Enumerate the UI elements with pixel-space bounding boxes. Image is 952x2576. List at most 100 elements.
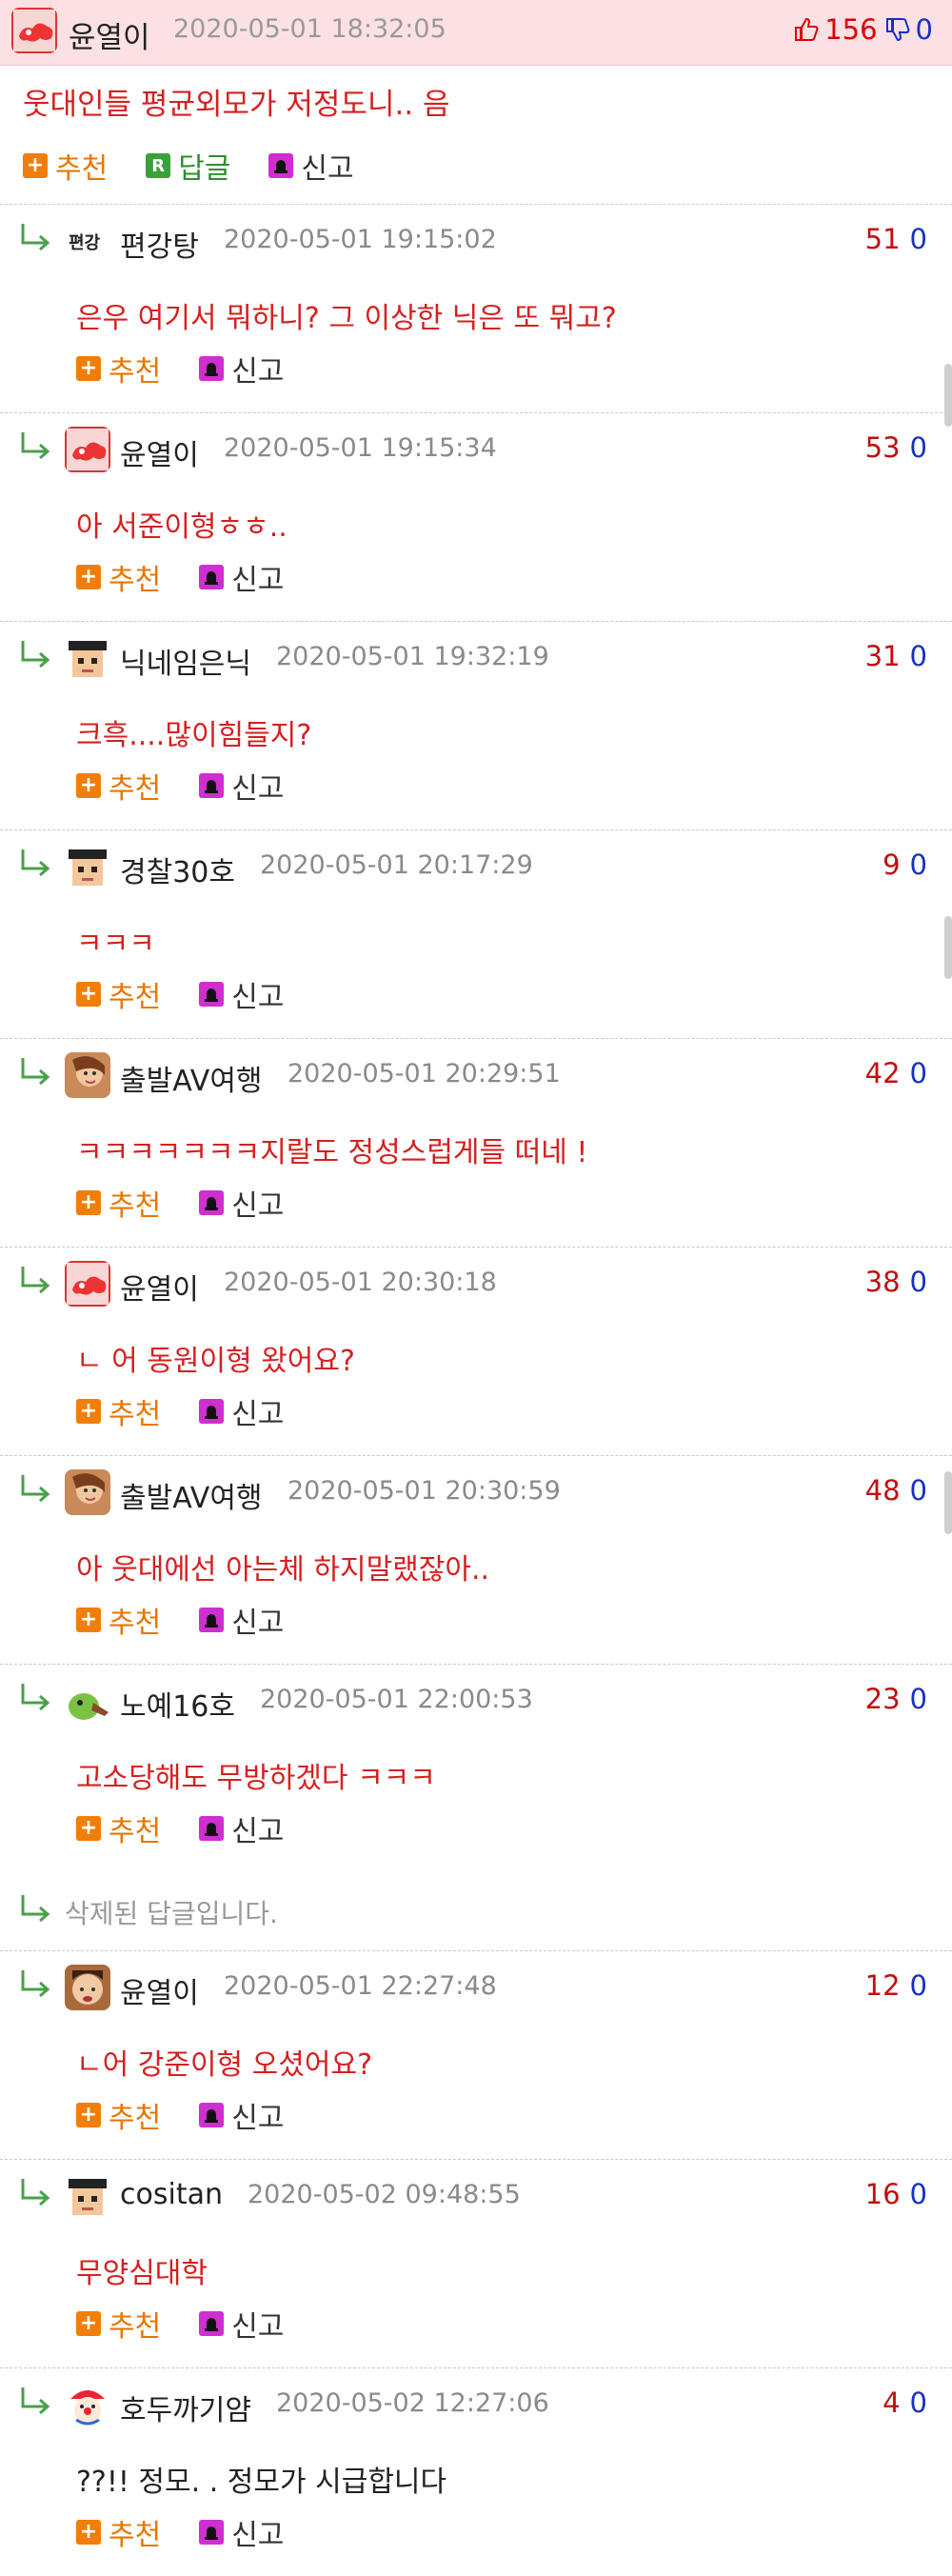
- reply-nickname[interactable]: 윤열이: [120, 431, 199, 473]
- recommend-button[interactable]: + 추천: [76, 1807, 161, 1849]
- recommend-button[interactable]: + 추천: [76, 1182, 161, 1224]
- reply-text: 크흑....많이힘들지?: [76, 719, 312, 752]
- reply-nickname[interactable]: 출발AV여행: [120, 1057, 263, 1099]
- parent-actions: + 추천 R 답글 신고: [23, 149, 392, 186]
- reply-arrow-icon: [17, 2386, 55, 2416]
- recommend-button[interactable]: + 추천: [76, 765, 161, 807]
- report-button[interactable]: 신고: [199, 1807, 284, 1849]
- reply-nickname[interactable]: 윤열이: [120, 1969, 199, 2011]
- reply-arrow-icon: [17, 2177, 55, 2207]
- parent-comment-header: 윤열이 2020-05-01 18:32:05 156 0: [0, 0, 952, 66]
- reply-nickname[interactable]: 경찰30호: [120, 849, 235, 890]
- report-button[interactable]: 신고: [199, 556, 284, 598]
- recommend-button[interactable]: + 추천: [76, 2511, 161, 2553]
- report-button[interactable]: 신고: [199, 1182, 284, 1224]
- reply-score: 51 0: [865, 223, 927, 255]
- siren-icon: [268, 153, 294, 178]
- report-button[interactable]: 신고: [199, 2511, 284, 2553]
- reply-label: 답글: [178, 152, 231, 186]
- clown-icon[interactable]: [65, 2382, 110, 2427]
- plus-icon: +: [76, 565, 101, 589]
- report-button[interactable]: 신고: [268, 145, 354, 187]
- reply-actions: + 추천 신고: [76, 1603, 322, 1640]
- reply-downvote-count: 0: [909, 849, 927, 881]
- face-photo-icon[interactable]: [65, 1965, 110, 2010]
- reply-timestamp: 2020-05-01 19:15:34: [224, 433, 497, 463]
- scrollbar-thumb[interactable]: [944, 364, 952, 427]
- report-label: 신고: [231, 772, 285, 806]
- report-button[interactable]: 신고: [199, 348, 284, 389]
- report-button[interactable]: 신고: [199, 1390, 284, 1432]
- reply-score: 42 0: [865, 1057, 927, 1089]
- reply-text: ㄴ어 강준이형 오셨어요?: [76, 2048, 372, 2082]
- reply-nickname[interactable]: 닉네임은닉: [120, 640, 251, 682]
- scrollbar-thumb[interactable]: [944, 916, 952, 979]
- recommend-button[interactable]: + 추천: [23, 145, 108, 187]
- report-button[interactable]: 신고: [199, 2094, 284, 2136]
- red-cloud-icon[interactable]: [65, 1261, 110, 1307]
- reply-nickname[interactable]: 편강탕: [120, 223, 199, 265]
- recommend-label: 추천: [109, 355, 162, 389]
- reply-item: 윤열이 2020-05-01 20:30:18 38 0 ㄴ 어 동원이형 왔어요? + 추…: [0, 1247, 952, 1455]
- photo-avatar-icon[interactable]: [65, 1469, 110, 1515]
- report-button[interactable]: 신고: [199, 765, 284, 807]
- comment-thread: 윤열이 2020-05-01 18:32:05 156 0 웃대인들 평균외모가…: [0, 0, 952, 2565]
- thumbs-up-icon[interactable]: [792, 16, 819, 43]
- reply-icon: R: [146, 153, 171, 178]
- siren-icon: [199, 982, 225, 1007]
- pixel-face-icon[interactable]: [65, 844, 110, 889]
- parent-timestamp: 2020-05-01 18:32:05: [173, 14, 446, 44]
- report-button[interactable]: 신고: [199, 2303, 284, 2345]
- reply-button[interactable]: R 답글: [146, 145, 230, 187]
- report-button[interactable]: 신고: [199, 973, 284, 1015]
- green-creature-icon[interactable]: [65, 1678, 110, 1724]
- recommend-button[interactable]: + 추천: [76, 2303, 161, 2345]
- report-label: 신고: [231, 1607, 285, 1640]
- reply-nickname[interactable]: 노예16호: [120, 1683, 235, 1725]
- siren-icon: [199, 1816, 225, 1841]
- reply-score: 12 0: [865, 1969, 927, 2002]
- reply-nickname[interactable]: cositan: [120, 2178, 223, 2211]
- report-label: 신고: [231, 2519, 285, 2552]
- pixel-face-icon[interactable]: [65, 635, 110, 681]
- thumbs-down-icon[interactable]: [883, 16, 910, 43]
- reply-text: 아 서준이형ㅎㅎ..: [76, 510, 288, 544]
- reply-downvote-count: 0: [909, 1474, 927, 1507]
- parent-nickname[interactable]: 윤열이: [69, 13, 150, 56]
- reply-nickname[interactable]: 윤열이: [120, 1266, 199, 1308]
- reply-item: 노예16호 2020-05-01 22:00:53 23 0 고소당해도 무방하겠다 ㅋ…: [0, 1664, 952, 1872]
- red-cloud-icon[interactable]: [65, 427, 110, 472]
- reply-actions: + 추천 신고: [76, 2098, 322, 2135]
- reply-nickname[interactable]: 출발AV여행: [120, 1474, 263, 1516]
- reply-arrow-icon: [17, 1893, 55, 1924]
- recommend-button[interactable]: + 추천: [76, 556, 161, 598]
- reply-score: 16 0: [865, 2178, 927, 2210]
- recommend-button[interactable]: + 추천: [76, 348, 161, 389]
- parent-comment-text: 웃대인들 평균외모가 저정도니.. 음: [23, 88, 450, 122]
- reply-upvote-count: 42: [864, 1057, 901, 1089]
- reply-item: 편강 편강탕 2020-05-01 19:15:02 51 0 은우 여기서 뭐하니? 그…: [0, 204, 952, 412]
- plus-icon: +: [76, 1816, 101, 1841]
- scrollbar-thumb[interactable]: [944, 1471, 952, 1534]
- parent-downvote-count: 0: [915, 13, 933, 46]
- recommend-button[interactable]: + 추천: [76, 973, 161, 1015]
- recommend-button[interactable]: + 추천: [76, 2094, 161, 2136]
- photo-avatar-icon[interactable]: [65, 1052, 110, 1098]
- report-label: 신고: [231, 2310, 285, 2344]
- text-logo-icon[interactable]: 편강: [65, 218, 110, 264]
- reply-text: ㅋㅋㅋㅋㅋㅋㅋ지랄도 정성스럽게들 떠네 !: [76, 1136, 588, 1169]
- report-label: 신고: [231, 564, 285, 597]
- red-cloud-avatar-icon[interactable]: [11, 8, 57, 53]
- report-button[interactable]: 신고: [199, 1599, 284, 1641]
- reply-timestamp: 2020-05-01 20:29:51: [288, 1059, 561, 1088]
- recommend-button[interactable]: + 추천: [76, 1390, 161, 1432]
- recommend-button[interactable]: + 추천: [76, 1599, 161, 1641]
- pixel-face-icon[interactable]: [65, 2173, 110, 2219]
- reply-item: 호두까기얌 2020-05-02 12:27:06 4 0 ??!! 정모. . 정모가…: [0, 2367, 952, 2576]
- reply-actions: + 추천 신고: [76, 1186, 322, 1223]
- reply-nickname[interactable]: 호두까기얌: [120, 2386, 251, 2428]
- reply-timestamp: 2020-05-01 20:30:59: [288, 1476, 561, 1506]
- recommend-label: 추천: [109, 564, 162, 597]
- siren-icon: [199, 1399, 225, 1424]
- reply-downvote-count: 0: [909, 223, 927, 255]
